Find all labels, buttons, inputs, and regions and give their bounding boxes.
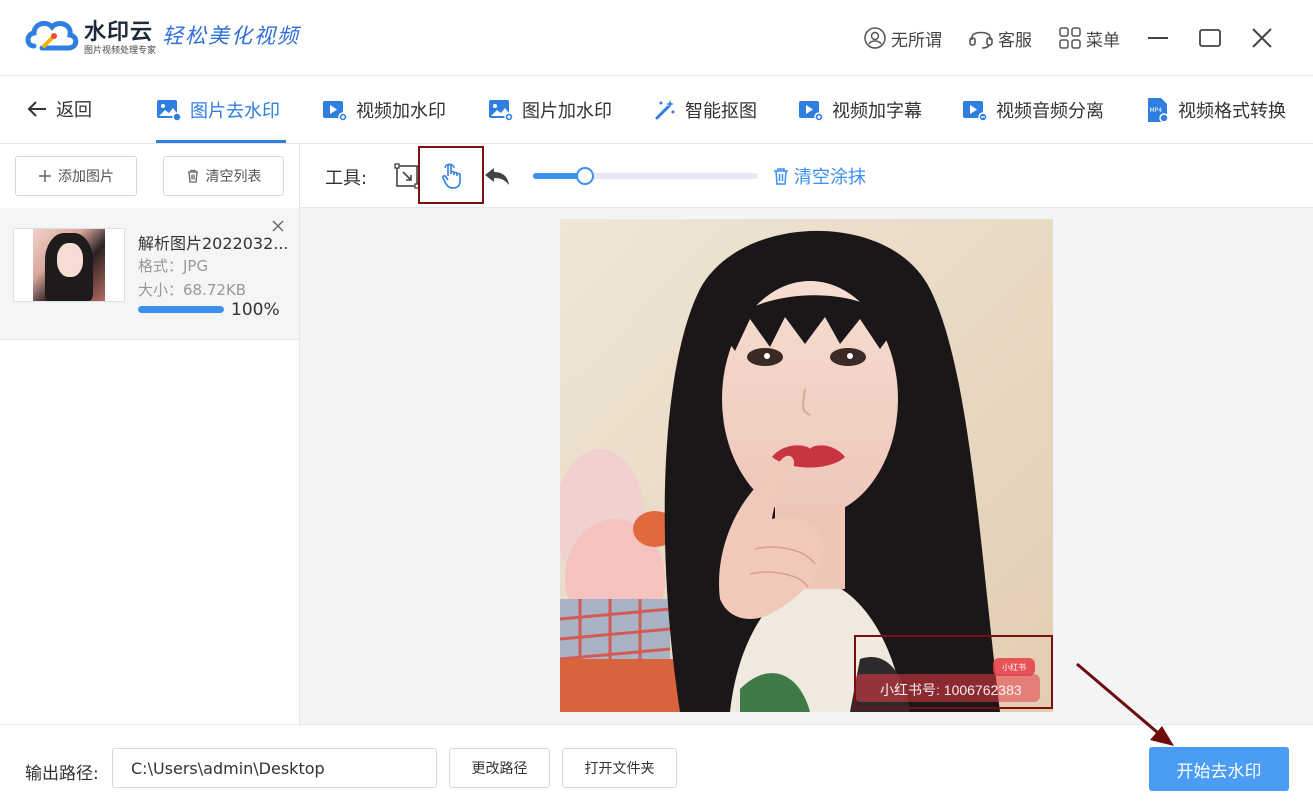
grid-menu-icon (1059, 27, 1081, 49)
customer-service-button[interactable]: 客服 (968, 24, 1032, 52)
back-label: 返回 (56, 100, 92, 121)
trash-icon (774, 168, 788, 185)
maximize-button[interactable] (1194, 22, 1226, 54)
tab-smart-cutout[interactable]: 智能抠图 (653, 96, 757, 124)
minimize-button[interactable] (1142, 22, 1174, 54)
clear-list-button[interactable]: 清空列表 (163, 156, 284, 196)
tab-video-add-watermark[interactable]: 视频加水印 (322, 96, 446, 124)
tab-label: 图片加水印 (522, 101, 612, 122)
customer-service-label: 客服 (998, 30, 1032, 51)
thumbnail-image (33, 229, 105, 301)
tab-image-remove-watermark[interactable]: 图片去水印 (156, 96, 280, 124)
image-icon (157, 100, 182, 122)
file-progress-bar (138, 306, 224, 313)
maximize-icon (1199, 29, 1221, 47)
cloud-logo-icon (25, 20, 79, 51)
open-folder-button[interactable]: 打开文件夹 (562, 748, 677, 788)
progress-fill (138, 306, 224, 313)
add-image-button[interactable]: 添加图片 (15, 156, 137, 196)
arrow-left-icon (27, 101, 46, 117)
title-bar: 水印云 图片视频处理专家 轻松美化视频 无所谓 客服 菜单 (0, 0, 1313, 76)
file-thumbnail (13, 228, 125, 302)
clear-list-label: 清空列表 (205, 169, 262, 185)
brand-subtitle: 图片视频处理专家 (84, 46, 157, 56)
output-path-field[interactable]: C:\Users\admin\Desktop (112, 748, 437, 788)
brand-name: 水印云 (84, 20, 154, 45)
undo-button[interactable] (483, 162, 511, 190)
clear-smear-label: 清空涂抹 (794, 167, 866, 188)
image-canvas[interactable]: 小红书 小红书号: 1006762383 (300, 208, 1313, 724)
add-image-label: 添加图片 (58, 169, 114, 185)
file-name: 解析图片2022032... (138, 234, 288, 253)
slider-thumb[interactable] (575, 167, 594, 185)
mp4-file-icon: MP4 (1148, 98, 1169, 123)
annotation-box-tool (418, 146, 484, 204)
headset-icon (969, 31, 993, 49)
menu-label: 菜单 (1086, 30, 1120, 51)
clear-smear-button[interactable]: 清空涂抹 (772, 163, 866, 189)
progress-percent: 100% (231, 300, 280, 320)
tab-label: 视频加水印 (356, 101, 446, 122)
close-window-button[interactable] (1246, 22, 1278, 54)
undo-icon (485, 168, 509, 185)
tab-label: 视频加字幕 (832, 101, 922, 122)
minimize-icon (1148, 37, 1168, 39)
magic-wand-icon (655, 100, 675, 120)
back-button[interactable]: 返回 (26, 96, 92, 122)
tab-image-add-watermark[interactable]: 图片加水印 (488, 96, 612, 124)
close-icon (1252, 28, 1272, 48)
change-path-button[interactable]: 更改路径 (449, 748, 550, 788)
slogan: 轻松美化视频 (162, 24, 300, 48)
tool-bar: 工具: 清空涂抹 (300, 144, 1313, 208)
plus-icon (39, 170, 51, 182)
user-icon (864, 27, 886, 49)
tab-video-audio-split[interactable]: 视频音频分离 (962, 96, 1104, 124)
tab-label: 视频格式转换 (1178, 101, 1286, 122)
output-path-label: 输出路径: (25, 764, 99, 784)
tab-label: 智能抠图 (685, 101, 757, 122)
video-audio-icon (963, 101, 988, 122)
user-account[interactable]: 无所谓 (863, 24, 942, 52)
tab-video-format-convert[interactable]: MP4 视频格式转换 (1146, 96, 1286, 124)
bottom-bar: 输出路径: C:\Users\admin\Desktop 更改路径 打开文件夹 … (0, 724, 1313, 809)
rect-select-icon (394, 163, 420, 189)
file-format: 格式：JPG (138, 257, 209, 275)
trash-icon (187, 169, 198, 183)
annotation-box-watermark (854, 635, 1053, 709)
tab-label: 图片去水印 (190, 101, 280, 122)
tab-video-add-subtitle[interactable]: 视频加字幕 (798, 96, 922, 124)
tools-label: 工具: (325, 168, 368, 189)
file-size: 大小：68.72KB (138, 281, 247, 299)
brush-size-slider[interactable] (533, 167, 758, 185)
active-tab-indicator (156, 140, 286, 143)
video-subtitle-icon (799, 101, 824, 122)
feature-nav: 返回 图片去水印 视频加水印 图片加水印 智能抠图 视频加字幕 视频音频分离 M… (0, 76, 1313, 144)
start-remove-watermark-button[interactable]: 开始去水印 (1149, 747, 1289, 791)
tab-label: 视频音频分离 (996, 101, 1104, 122)
rect-select-tool[interactable] (393, 162, 421, 190)
user-name: 无所谓 (891, 30, 942, 51)
video-icon (323, 101, 348, 122)
mp4-badge-text: MP4 (1150, 107, 1163, 114)
image-add-icon (489, 100, 514, 122)
menu-button[interactable]: 菜单 (1058, 24, 1120, 52)
